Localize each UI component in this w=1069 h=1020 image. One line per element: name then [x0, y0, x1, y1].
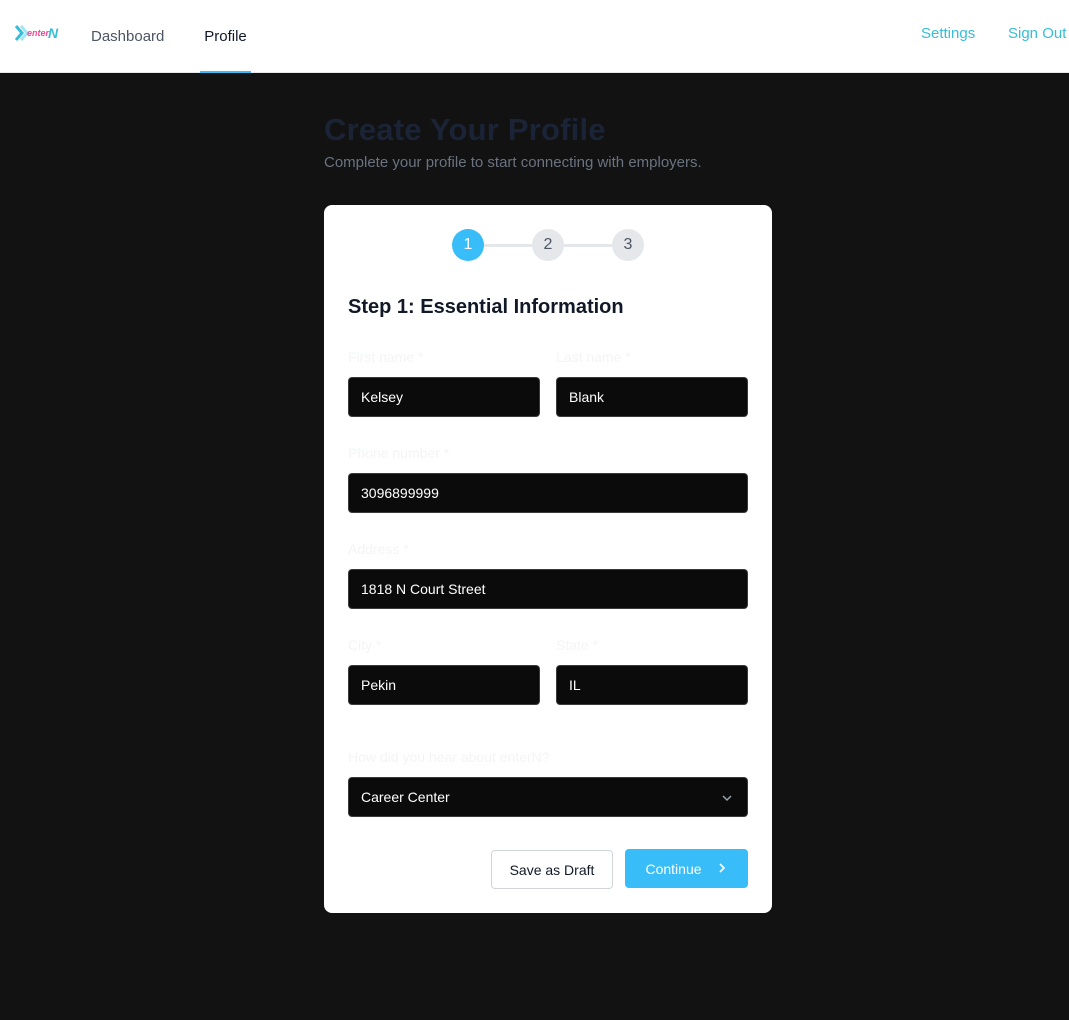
phone-label: Phone number * — [348, 445, 450, 461]
chevron-down-icon — [719, 790, 735, 806]
first-name-label: First name * — [348, 349, 424, 365]
stepper-connector — [480, 244, 536, 247]
save-draft-button[interactable]: Save as Draft — [491, 850, 613, 889]
address-label: Address * — [348, 541, 409, 557]
last-name-input[interactable]: Blank — [556, 377, 748, 417]
nav-dashboard-link[interactable]: Dashboard — [91, 0, 164, 73]
city-label: City * — [348, 637, 382, 653]
sign-out-link[interactable]: Sign Out — [1008, 0, 1066, 66]
settings-link[interactable]: Settings — [921, 0, 975, 66]
profile-form-card: 1 2 3 Step 1: Essential Information Firs… — [324, 205, 772, 913]
city-input[interactable]: Pekin — [348, 665, 540, 705]
step-heading: Step 1: Essential Information — [348, 296, 624, 318]
continue-button-label: Continue — [645, 860, 702, 877]
state-label: State * — [556, 637, 599, 653]
chevron-right-icon — [716, 861, 728, 877]
logo-wordmark: enter — [27, 28, 50, 38]
nav-profile-link[interactable]: Profile — [200, 0, 251, 73]
top-navbar: enter N Dashboard Profile Settings Sign … — [0, 0, 1069, 73]
stepper-connector — [560, 244, 616, 247]
referral-select[interactable]: Career Center — [348, 777, 748, 817]
page-title: Create Your Profile — [324, 112, 606, 147]
continue-button[interactable]: Continue — [625, 849, 748, 888]
phone-input[interactable]: 3096899999 — [348, 473, 748, 513]
svg-text:N: N — [48, 25, 59, 41]
entern-logo-icon[interactable]: enter N — [14, 22, 62, 44]
referral-selected-value: Career Center — [361, 789, 450, 805]
step-3-indicator: 3 — [612, 229, 644, 261]
referral-label: How did you hear about enterN? — [348, 749, 550, 765]
page-subtitle: Complete your profile to start connectin… — [324, 154, 702, 171]
first-name-input[interactable]: Kelsey — [348, 377, 540, 417]
address-input[interactable]: 1818 N Court Street — [348, 569, 748, 609]
step-1-indicator: 1 — [452, 229, 484, 261]
step-2-indicator: 2 — [532, 229, 564, 261]
stepper: 1 2 3 — [452, 229, 644, 261]
state-input[interactable]: IL — [556, 665, 748, 705]
last-name-label: Last name * — [556, 349, 631, 365]
